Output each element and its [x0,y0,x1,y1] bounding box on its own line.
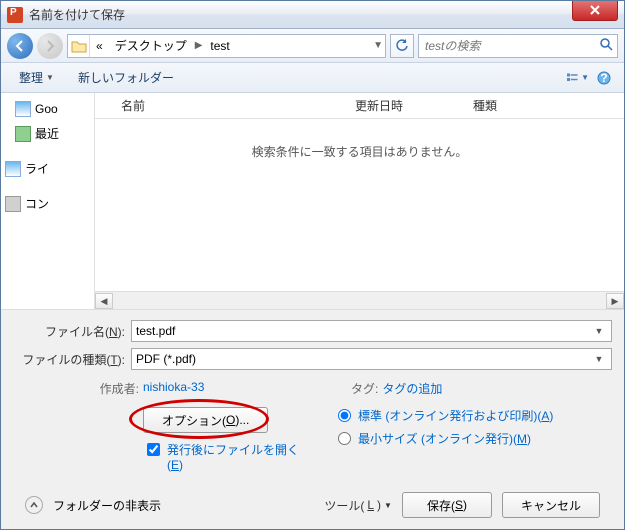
refresh-button[interactable] [390,34,414,58]
sidebar-label: Goo [35,102,58,116]
library-icon [5,161,21,177]
new-folder-button[interactable]: 新しいフォルダー [68,66,184,89]
breadcrumb-bar[interactable]: « デスクトップ ▶ test ▼ [67,34,386,58]
filetype-select[interactable]: PDF (*.pdf)▼ [131,348,612,370]
chevron-down-icon: ▼ [46,73,54,82]
search-box[interactable] [418,34,618,58]
sidebar-label: ライ [25,160,49,177]
sidebar-label: 最近 [35,125,59,142]
chevron-up-icon [30,501,38,509]
file-list-pane: 名前 更新日時 種類 検索条件に一致する項目はありません。 ◀ ▶ [95,93,624,309]
chevron-down-icon[interactable]: ▼ [371,40,385,51]
hide-folders-label[interactable]: フォルダーの非表示 [53,497,161,514]
sidebar-item-libraries[interactable]: ライ [1,156,94,181]
author-label: 作成者: [13,380,143,397]
scroll-right-button[interactable]: ▶ [606,293,624,309]
search-input[interactable] [419,39,595,53]
options-button[interactable]: オプション(O)... [143,407,268,433]
title-bar: 名前を付けて保存 [1,1,624,29]
help-icon: ? [597,71,611,85]
column-date[interactable]: 更新日時 [343,97,461,114]
sidebar-item-computer[interactable]: コン [1,191,94,216]
search-icon[interactable] [595,37,617,54]
forward-button [37,33,63,59]
optimize-minimum-radio[interactable] [338,432,351,445]
tags-value[interactable]: タグの追加 [382,380,442,397]
horizontal-scrollbar[interactable]: ◀ ▶ [95,291,624,309]
filetype-value: PDF (*.pdf) [136,352,591,366]
filetype-label: ファイルの種類(T): [13,351,131,368]
chevron-down-icon[interactable]: ▼ [591,354,607,364]
folder-icon [68,35,90,57]
sidebar-item-google[interactable]: Goo [1,97,94,121]
bottom-panel: ファイル名(N): test.pdf▼ ファイルの種類(T): PDF (*.p… [1,309,624,530]
tags-label: タグ: [324,380,382,397]
close-button[interactable] [572,1,618,21]
computer-icon [5,196,21,212]
save-button[interactable]: 保存(S) [402,492,492,518]
sidebar-item-recent[interactable]: 最近 [1,121,94,146]
arrow-right-icon [44,40,56,52]
filename-label: ファイル名(N): [13,323,131,340]
breadcrumb-desktop[interactable]: デスクトップ [109,37,193,54]
chevron-down-icon[interactable]: ▼ [591,326,607,336]
filename-value: test.pdf [136,324,591,338]
window-title: 名前を付けて保存 [29,6,572,23]
chevron-down-icon: ▼ [581,73,589,82]
tools-menu[interactable]: ツール(L)▼ [324,497,392,514]
refresh-icon [395,39,409,53]
breadcrumb-test[interactable]: test [204,39,235,53]
powerpoint-icon [7,7,23,23]
help-button[interactable]: ? [592,68,616,88]
column-type[interactable]: 種類 [461,97,624,114]
chevron-right-icon[interactable]: ▶ [193,40,205,51]
save-as-dialog: 名前を付けて保存 « デスクトップ ▶ test ▼ [0,0,625,530]
navigation-bar: « デスクトップ ▶ test ▼ [1,29,624,63]
navigation-pane[interactable]: Goo 最近 ライ コン [1,93,95,309]
column-headers[interactable]: 名前 更新日時 種類 [95,93,624,119]
command-bar: 整理▼ 新しいフォルダー ▼ ? [1,63,624,93]
open-after-publish-checkbox[interactable] [147,443,160,456]
file-browser: Goo 最近 ライ コン 名前 更新日時 種類 検索条件に一致する項目はありませ… [1,93,624,309]
view-mode-button[interactable]: ▼ [566,68,590,88]
scroll-left-button[interactable]: ◀ [95,293,113,309]
close-icon [590,5,600,15]
cancel-button[interactable]: キャンセル [502,492,600,518]
filename-input[interactable]: test.pdf▼ [131,320,612,342]
list-icon [567,72,579,84]
hide-folders-toggle[interactable] [25,496,43,514]
open-after-publish-label[interactable]: 発行後にファイルを開く(E) [167,441,313,472]
organize-button[interactable]: 整理▼ [9,66,64,89]
empty-message: 検索条件に一致する項目はありません。 [95,119,624,291]
author-value[interactable]: nishioka-33 [143,380,204,397]
back-button[interactable] [7,33,33,59]
chevron-down-icon: ▼ [384,501,392,510]
recent-icon [15,126,31,142]
optimize-minimum-label[interactable]: 最小サイズ (オンライン発行)(M) [358,430,531,447]
arrow-left-icon [14,40,26,52]
optimize-standard-label[interactable]: 標準 (オンライン発行および印刷)(A) [358,407,553,424]
column-name[interactable]: 名前 [95,97,343,114]
optimize-standard-radio[interactable] [338,409,351,422]
svg-text:?: ? [600,71,607,85]
sidebar-label: コン [25,195,49,212]
breadcrumb-chevron[interactable]: « [90,39,109,53]
folder-icon [15,101,31,117]
